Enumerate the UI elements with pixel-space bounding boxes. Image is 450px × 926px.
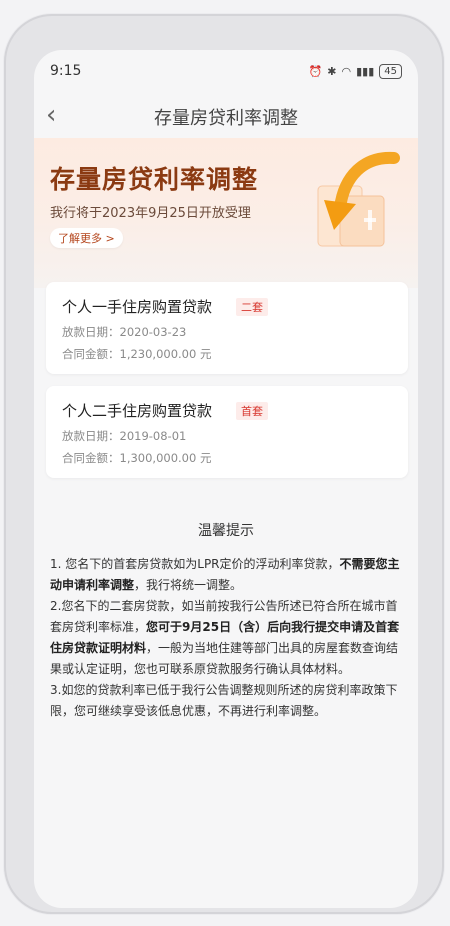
tip-2: 2.您名下的二套房贷款，如当前按我行公告所述已符合所在城市首套房贷利率标准，您可… bbox=[50, 596, 402, 680]
loan-amount-row: 合同金额：1,230,000.00 元 bbox=[62, 346, 211, 362]
tips-title: 温馨提示 bbox=[198, 523, 254, 539]
learn-more-link[interactable]: 了解更多 > bbox=[50, 228, 123, 248]
status-icons: ⏰ ✱ ◠ ▮▮▮ 45 bbox=[308, 63, 402, 79]
loan-card-2[interactable]: 个人二手住房购置贷款 首套 放款日期：2019-08-01 合同金额：1,300… bbox=[46, 386, 408, 478]
loan-date-row: 放款日期：2019-08-01 bbox=[62, 428, 186, 444]
loan-amount-row: 合同金额：1,300,000.00 元 bbox=[62, 450, 211, 466]
loan-amount: 1,230,000.00 元 bbox=[119, 347, 212, 361]
hero-banner: 存量房贷利率调整 我行将于2023年9月25日开放受理 了解更多 > bbox=[34, 138, 418, 288]
hero-subtitle: 我行将于2023年9月25日开放受理 bbox=[50, 206, 251, 221]
loan-title: 个人一手住房购置贷款 bbox=[62, 298, 213, 316]
tip-1: 1. 您名下的首套房贷款如为LPR定价的浮动利率贷款，不需要您主动申请利率调整，… bbox=[50, 554, 402, 596]
status-bar: 9:15 ⏰ ✱ ◠ ▮▮▮ 45 bbox=[34, 50, 418, 92]
loan-date-row: 放款日期：2020-03-23 bbox=[62, 324, 186, 340]
app-screen: 9:15 ⏰ ✱ ◠ ▮▮▮ 45 ‹ 存量房贷利率调整 存量房贷利率调整 我行… bbox=[34, 50, 418, 908]
loan-amount-label: 合同金额： bbox=[62, 451, 120, 465]
loan-date: 2020-03-23 bbox=[119, 325, 187, 339]
phone-frame: 9:15 ⏰ ✱ ◠ ▮▮▮ 45 ‹ 存量房贷利率调整 存量房贷利率调整 我行… bbox=[4, 14, 444, 914]
tip-3: 3.如您的贷款利率已低于我行公告调整规则所述的房贷利率政策下限，您可继续享受该低… bbox=[50, 683, 398, 718]
loan-date-label: 放款日期： bbox=[62, 325, 120, 339]
tip-1-text-end: ，我行将统一调整。 bbox=[134, 578, 243, 592]
battery-icon: 45 bbox=[379, 63, 402, 79]
loan-amount: 1,300,000.00 元 bbox=[119, 451, 212, 465]
loan-title: 个人二手住房购置贷款 bbox=[62, 402, 213, 420]
status-time: 9:15 bbox=[50, 63, 82, 79]
nav-bar: ‹ 存量房贷利率调整 bbox=[34, 94, 418, 138]
loan-date-label: 放款日期： bbox=[62, 429, 120, 443]
alarm-icon: ⏰ bbox=[308, 64, 323, 78]
loan-amount-label: 合同金额： bbox=[62, 347, 120, 361]
tips-content: 1. 您名下的首套房贷款如为LPR定价的浮动利率贷款，不需要您主动申请利率调整，… bbox=[50, 554, 402, 722]
loan-date: 2019-08-01 bbox=[119, 429, 187, 443]
rate-down-arrow-icon bbox=[317, 151, 400, 247]
tip-1-text: 1. 您名下的首套房贷款如为LPR定价的浮动利率贷款， bbox=[50, 557, 340, 571]
bluetooth-icon: ✱ bbox=[327, 64, 337, 78]
page-title: 存量房贷利率调整 bbox=[154, 108, 298, 129]
signal-icon: ▮▮▮ bbox=[356, 64, 375, 78]
loan-card-1[interactable]: 个人一手住房购置贷款 二套 放款日期：2020-03-23 合同金额：1,230… bbox=[46, 282, 408, 374]
hero-title: 存量房贷利率调整 bbox=[50, 165, 259, 194]
wifi-icon: ◠ bbox=[341, 64, 352, 78]
loan-tag-badge: 二套 bbox=[236, 298, 268, 316]
loan-tag-badge: 首套 bbox=[236, 402, 268, 420]
